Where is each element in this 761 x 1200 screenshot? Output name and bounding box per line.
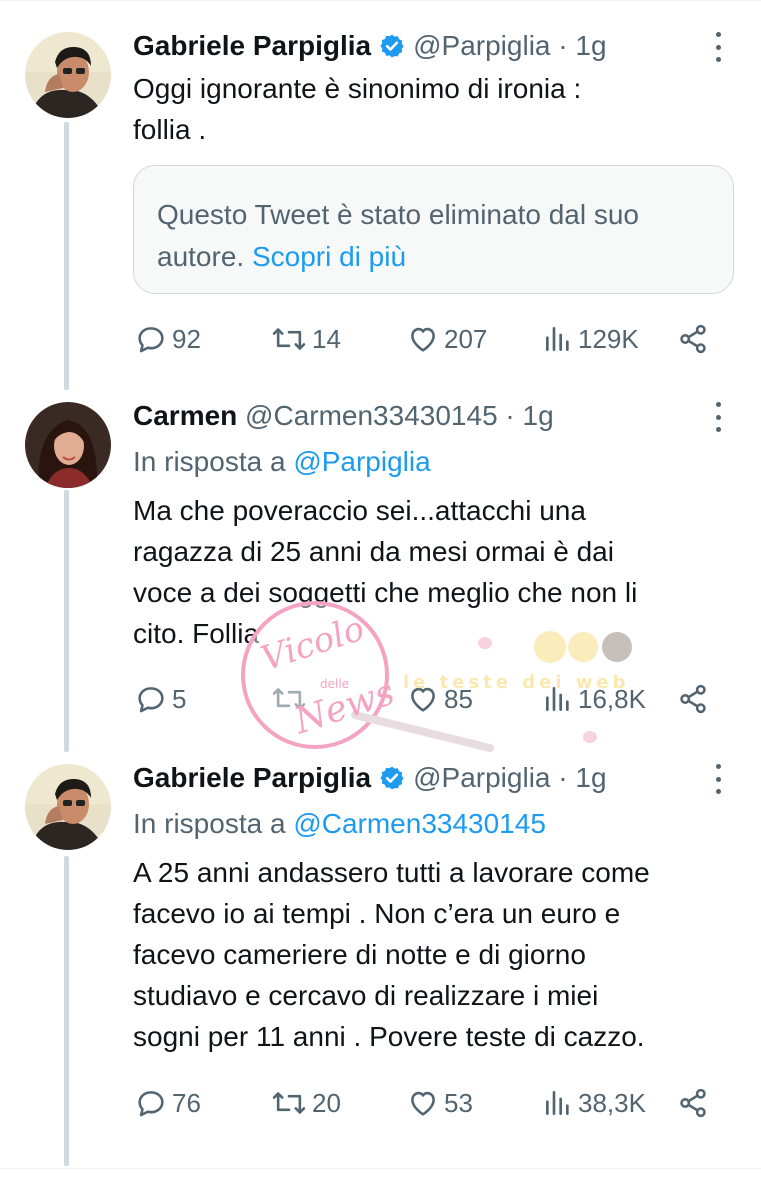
retweet-icon: [272, 688, 306, 710]
share-icon: [680, 324, 706, 354]
timestamp[interactable]: 1g: [575, 30, 606, 61]
more-icon[interactable]: [712, 402, 724, 432]
tweet-text-line: facevo cameriere di notte e di giorno: [133, 939, 586, 970]
views-count: 38,3K: [578, 1087, 646, 1118]
views-button[interactable]: 38,3K: [542, 1083, 646, 1123]
like-count: 53: [444, 1087, 473, 1118]
views-count: 129K: [578, 323, 639, 354]
reply-mention-link[interactable]: @Carmen33430145: [293, 808, 546, 839]
tweet-text-line: sogni per 11 anni . Povere teste di cazz…: [133, 1021, 645, 1052]
tweet-text-line: cito. Follia: [133, 618, 260, 649]
reply-context: In risposta a @Carmen33430145: [133, 804, 546, 844]
share-icon: [680, 684, 706, 714]
reply-button[interactable]: 92: [134, 319, 201, 359]
views-icon: [546, 327, 569, 351]
retweet-count: 14: [312, 323, 341, 354]
tweet-text-line: follia .: [133, 114, 207, 145]
share-button[interactable]: [676, 679, 710, 719]
learn-more-link[interactable]: Scopri di più: [252, 241, 406, 272]
tweet-text-line: facevo io ai tempi . Non c’era un euro e: [133, 898, 621, 929]
reply-icon: [138, 327, 164, 353]
like-icon: [411, 1091, 435, 1116]
tweet-header: Carmen @Carmen33430145 · 1g: [133, 396, 554, 436]
avatar[interactable]: [25, 32, 111, 118]
bottom-divider: [0, 1168, 761, 1169]
reply-prefix: In risposta a: [133, 808, 286, 839]
like-count: 85: [444, 683, 473, 714]
separator-dot: ·: [505, 400, 515, 431]
reply-count: 5: [172, 683, 187, 714]
views-icon: [546, 1091, 569, 1115]
views-count: 16,8K: [578, 683, 646, 714]
timestamp[interactable]: 1g: [575, 762, 606, 793]
reply-icon: [138, 687, 164, 713]
tweet-text-line: voce a dei soggetti che meglio che non l…: [133, 577, 638, 608]
retweet-button[interactable]: 14: [270, 319, 341, 359]
like-button[interactable]: 53: [406, 1083, 473, 1123]
reply-button[interactable]: 76: [134, 1083, 201, 1123]
verified-badge-icon: [380, 766, 404, 790]
tweet-text-line: A 25 anni andassero tutti a lavorare com…: [133, 857, 650, 888]
retweet-icon: [272, 328, 306, 350]
reply-context: In risposta a @Parpiglia: [133, 442, 431, 482]
more-icon[interactable]: [712, 764, 724, 794]
reply-mention-link[interactable]: @Parpiglia: [293, 446, 430, 477]
like-button[interactable]: 85: [406, 679, 473, 719]
like-icon: [411, 327, 435, 352]
tweet-text-line: studiavo e cercavo di realizzare i miei: [133, 980, 599, 1011]
thread-line: [64, 122, 69, 390]
like-icon: [411, 687, 435, 712]
display-name[interactable]: Gabriele Parpiglia: [133, 30, 371, 61]
separator-dot: ·: [558, 762, 568, 793]
tweet-actions: 76 20 53 38,3K: [134, 1083, 714, 1123]
reply-button[interactable]: 5: [134, 679, 186, 719]
tweet-text: A 25 anni andassero tutti a lavorare com…: [133, 852, 743, 1057]
like-count: 207: [444, 323, 488, 354]
more-icon[interactable]: [712, 32, 724, 62]
thread-line: [64, 490, 69, 752]
retweet-button[interactable]: [270, 679, 312, 719]
user-handle[interactable]: @Carmen33430145: [245, 400, 498, 431]
tweet-text: Oggi ignorante è sinonimo di ironia : fo…: [133, 68, 743, 150]
retweet-button[interactable]: 20: [270, 1083, 341, 1123]
display-name[interactable]: Carmen: [133, 400, 237, 431]
views-button[interactable]: 129K: [542, 319, 639, 359]
tweet-text-line: Ma che poveraccio sei...attacchi una: [133, 495, 586, 526]
share-icon: [680, 1088, 706, 1118]
deleted-quote-card[interactable]: Questo Tweet è stato eliminato dal suo a…: [133, 165, 734, 294]
reply-count: 92: [172, 323, 201, 354]
separator-dot: ·: [558, 30, 568, 61]
tweet-actions: 5 85 16,8K: [134, 679, 714, 719]
tweet-header: Gabriele Parpiglia @Parpiglia · 1g: [133, 758, 607, 798]
user-handle[interactable]: @Parpiglia: [413, 762, 550, 793]
share-button[interactable]: [676, 319, 710, 359]
tweet-actions: 92 14 207 129K: [134, 319, 714, 359]
tweet-text-line: Oggi ignorante è sinonimo di ironia :: [133, 73, 582, 104]
display-name[interactable]: Gabriele Parpiglia: [133, 762, 371, 793]
reply-prefix: In risposta a: [133, 446, 286, 477]
timestamp[interactable]: 1g: [523, 400, 554, 431]
avatar-image: [25, 32, 111, 118]
avatar[interactable]: [25, 764, 111, 850]
avatar[interactable]: [25, 402, 111, 488]
top-divider: [0, 0, 761, 1]
thread-line: [64, 856, 69, 1166]
like-button[interactable]: 207: [406, 319, 487, 359]
reply-count: 76: [172, 1087, 201, 1118]
views-button[interactable]: 16,8K: [542, 679, 646, 719]
avatar-image: [25, 402, 111, 488]
retweet-count: 20: [312, 1087, 341, 1118]
user-handle[interactable]: @Parpiglia: [413, 30, 550, 61]
retweet-icon: [272, 1092, 306, 1114]
tweet-text-line: ragazza di 25 anni da mesi ormai è dai: [133, 536, 614, 567]
reply-icon: [138, 1091, 164, 1117]
verified-badge-icon: [380, 34, 404, 58]
tweet-header: Gabriele Parpiglia @Parpiglia · 1g: [133, 26, 607, 66]
avatar-image: [25, 764, 111, 850]
views-icon: [546, 687, 569, 711]
share-button[interactable]: [676, 1083, 710, 1123]
tweet-text: Ma che poveraccio sei...attacchi una rag…: [133, 490, 743, 654]
